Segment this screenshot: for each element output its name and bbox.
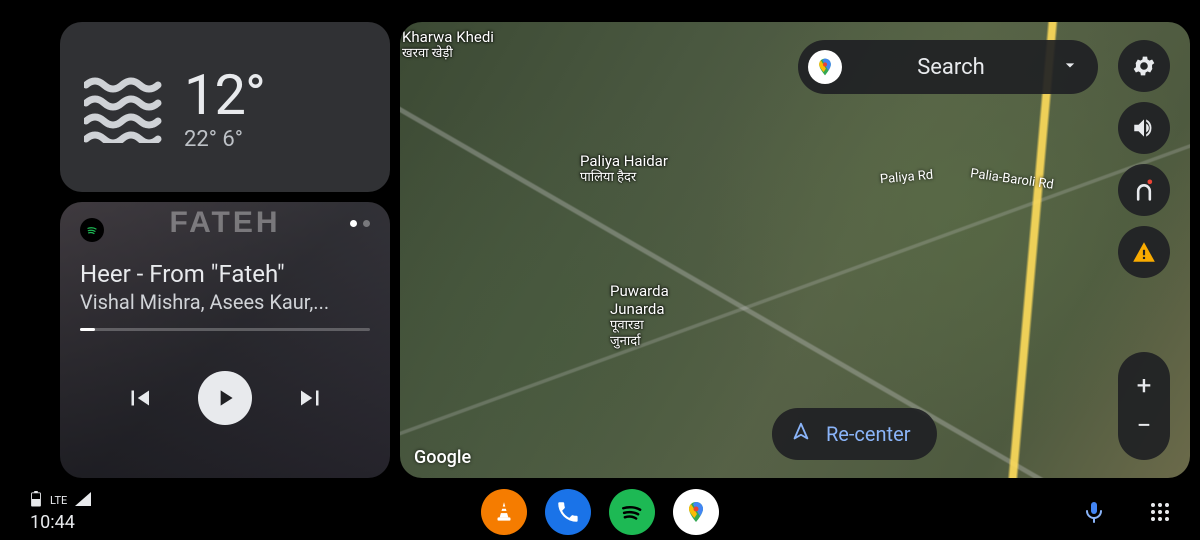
media-card[interactable]: FATEH Heer - From "Fateh" Vishal Mishra,… xyxy=(60,202,390,478)
map-view[interactable]: Kharwa Khediखरवा खेड़ी Paliya Haidarपालि… xyxy=(400,22,1190,478)
status-area: LTE 10:44 xyxy=(30,491,91,533)
track-title: Heer - From "Fateh" xyxy=(80,260,370,288)
battery-icon xyxy=(30,491,42,510)
play-button[interactable] xyxy=(198,371,252,425)
alternate-route-icon xyxy=(1130,176,1158,204)
map-report-button[interactable] xyxy=(1118,226,1170,278)
search-label: Search xyxy=(862,55,1040,80)
app-launcher-button[interactable] xyxy=(1140,492,1180,532)
fog-icon xyxy=(84,75,162,143)
map-place-label: Kharwa Khediखरवा खेड़ी xyxy=(402,28,494,62)
navigation-arrow-icon xyxy=(790,421,812,447)
previous-track-button[interactable] xyxy=(124,383,154,413)
media-page-indicator xyxy=(350,220,370,227)
map-route-button[interactable] xyxy=(1118,164,1170,216)
weather-temps: 12° 22° 6° xyxy=(184,67,265,151)
map-attribution: Google xyxy=(414,447,471,468)
map-road-label: Palia-Baroli Rd xyxy=(969,166,1054,193)
voice-assistant-button[interactable] xyxy=(1074,492,1114,532)
dock-app-maps[interactable] xyxy=(673,489,719,535)
weather-card[interactable]: 12° 22° 6° xyxy=(60,22,390,192)
map-place-label: Puwarda Junarda पूवारडा जुनार्दा xyxy=(610,282,669,349)
map-search-button[interactable]: Search xyxy=(798,40,1098,94)
album-art-banner: FATEH xyxy=(60,206,390,240)
next-track-button[interactable] xyxy=(296,383,326,413)
spotify-icon xyxy=(617,497,647,527)
signal-icon xyxy=(75,492,91,509)
google-maps-icon xyxy=(684,500,708,524)
phone-icon xyxy=(555,499,581,525)
microphone-icon xyxy=(1082,500,1106,524)
google-maps-pin-icon xyxy=(808,50,842,84)
chevron-down-icon xyxy=(1060,55,1080,79)
zoom-out-button[interactable]: − xyxy=(1118,406,1170,446)
recenter-label: Re-center xyxy=(826,422,911,446)
spotify-icon xyxy=(80,218,104,242)
recenter-button[interactable]: Re-center xyxy=(772,408,937,460)
map-road-label: Paliya Rd xyxy=(879,168,933,188)
warning-icon xyxy=(1131,239,1157,265)
dock-app-vlc[interactable] xyxy=(481,489,527,535)
clock: 10:44 xyxy=(30,512,91,533)
current-temp: 12° xyxy=(184,67,265,123)
track-artist: Vishal Mishra, Asees Kaur,... xyxy=(80,290,370,314)
dock-app-phone[interactable] xyxy=(545,489,591,535)
map-zoom-control: + − xyxy=(1118,352,1170,460)
map-settings-button[interactable] xyxy=(1118,40,1170,92)
speaker-icon xyxy=(1131,115,1157,141)
app-dock xyxy=(481,489,719,535)
gear-icon xyxy=(1131,53,1157,79)
temp-range: 22° 6° xyxy=(184,129,265,151)
vlc-cone-icon xyxy=(491,499,517,525)
system-bar: LTE 10:44 xyxy=(0,484,1200,540)
grid-icon xyxy=(1148,500,1172,524)
zoom-in-button[interactable]: + xyxy=(1118,366,1170,406)
dock-app-spotify[interactable] xyxy=(609,489,655,535)
map-sound-button[interactable] xyxy=(1118,102,1170,154)
map-place-label: Paliya Haidarपालिया हैदर xyxy=(580,152,668,186)
network-type: LTE xyxy=(50,494,67,507)
